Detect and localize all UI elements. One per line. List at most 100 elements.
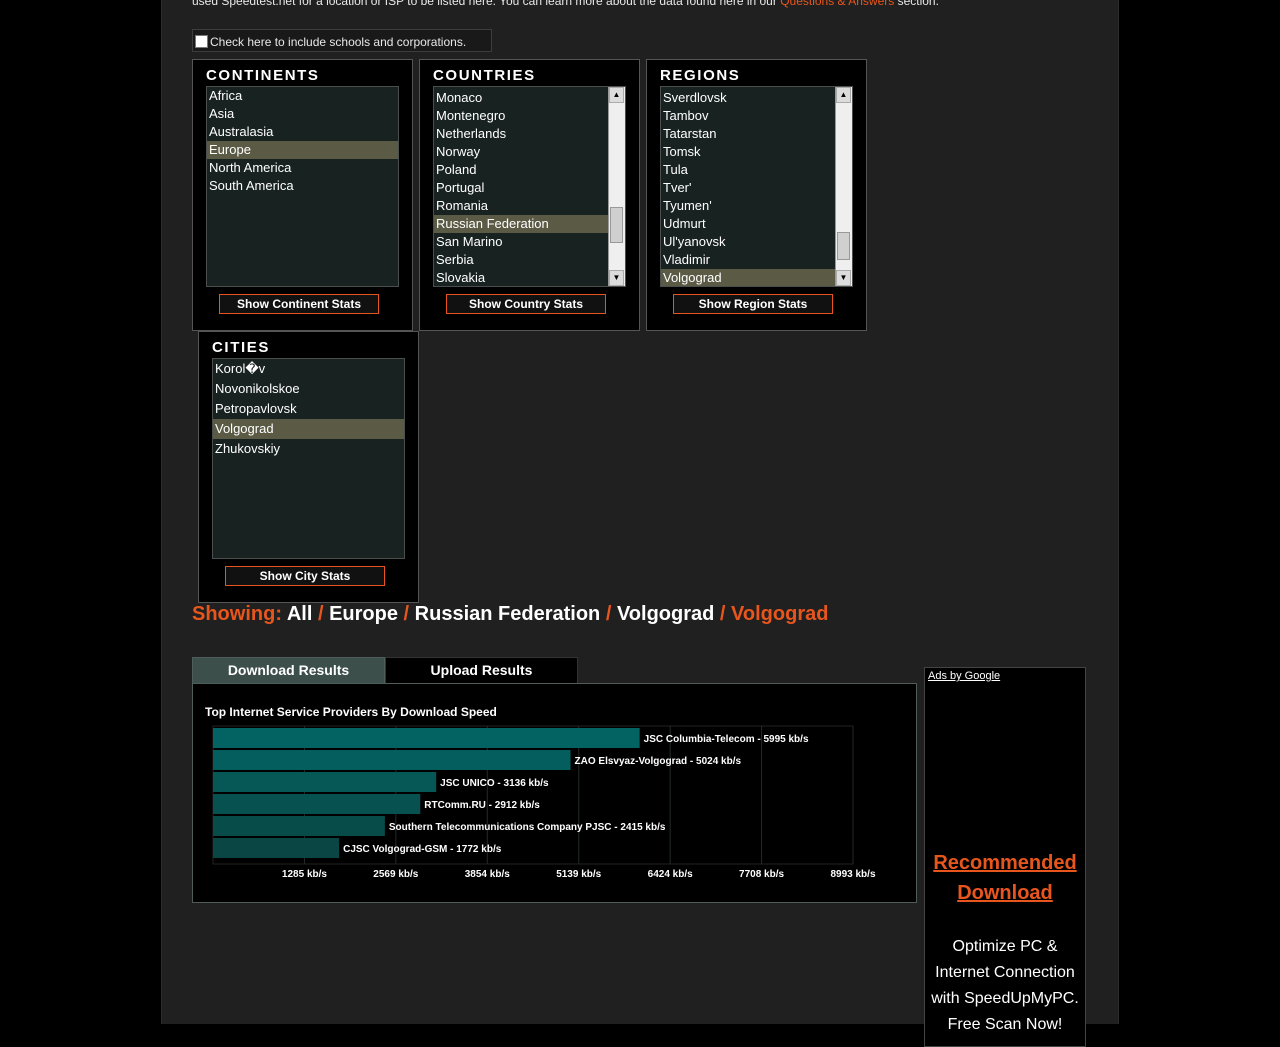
chart-data-label: CJSC Volgograd-GSM - 1772 kb/s — [343, 844, 502, 855]
countries-list-item[interactable]: Serbia — [434, 251, 609, 269]
countries-list-item[interactable]: Netherlands — [434, 125, 609, 143]
show-country-stats-button[interactable]: Show Country Stats — [446, 294, 606, 314]
ad-body-line-1: Optimize PC & — [952, 938, 1058, 955]
ad-body-line-2: Internet Connection — [935, 964, 1075, 981]
ad-body-text[interactable]: Optimize PC & Internet Connection with S… — [925, 934, 1085, 1038]
continents-title: CONTINENTS — [206, 67, 320, 84]
show-continent-stats-button[interactable]: Show Continent Stats — [219, 294, 379, 314]
countries-listbox[interactable]: Monaco Montenegro Netherlands Norway Poland P… — [433, 86, 626, 287]
countries-list-item[interactable]: Slovakia — [434, 269, 609, 286]
breadcrumb-current-city: Volgograd — [731, 603, 829, 625]
chart-x-tick-label: 5139 kb/s — [556, 869, 601, 880]
regions-list-item[interactable]: Tambov — [661, 107, 836, 125]
recommended-download-link[interactable]: Recommended Download — [925, 848, 1085, 908]
chart-bar — [213, 794, 421, 814]
countries-list-item[interactable]: Monaco — [434, 89, 609, 107]
chart-data-label: JSC UNICO - 3136 kb/s — [440, 778, 549, 789]
regions-list-item[interactable]: Udmurt — [661, 215, 836, 233]
regions-list-item[interactable]: Volgograd — [661, 269, 836, 286]
chart-data-label: ZAO Elsvyaz-Volgograd - 5024 kb/s — [575, 756, 742, 767]
chart-bar — [213, 750, 571, 770]
regions-list-item[interactable]: Ul'yanovsk — [661, 233, 836, 251]
countries-list-item[interactable]: Montenegro — [434, 107, 609, 125]
regions-scroll-thumb[interactable] — [837, 232, 850, 260]
cities-title: CITIES — [212, 339, 270, 356]
continents-list-item[interactable]: South America — [207, 177, 398, 195]
regions-list-item[interactable]: Tomsk — [661, 143, 836, 161]
countries-list-item[interactable]: Russian Federation — [434, 215, 609, 233]
continents-list-item[interactable]: North America — [207, 159, 398, 177]
countries-list-item[interactable]: Romania — [434, 197, 609, 215]
include-schools-box[interactable]: Check here to include schools and corpor… — [192, 29, 492, 52]
continents-list-item[interactable]: Asia — [207, 105, 398, 123]
countries-scroll-thumb[interactable] — [610, 207, 623, 243]
chart-data-label: Southern Telecommunications Company PJSC… — [389, 822, 666, 833]
cities-list-item[interactable]: Korol�v — [213, 359, 404, 379]
cities-list-item[interactable]: Novonikolskoe — [213, 379, 404, 399]
continents-list-item[interactable]: Australasia — [207, 123, 398, 141]
cities-list-item[interactable]: Volgograd — [213, 419, 404, 439]
intro-text-end: section. — [894, 0, 939, 8]
breadcrumb-separator: / — [719, 603, 726, 625]
breadcrumb-item-all[interactable]: All — [287, 603, 313, 625]
scroll-up-icon[interactable]: ▲ — [836, 87, 851, 103]
show-region-stats-button[interactable]: Show Region Stats — [673, 294, 833, 314]
tab-upload-results[interactable]: Upload Results — [385, 657, 578, 684]
ad-body-line-3: with SpeedUpMyPC. — [931, 990, 1079, 1007]
countries-list-item[interactable]: Poland — [434, 161, 609, 179]
scroll-down-icon[interactable]: ▼ — [609, 270, 624, 286]
chart-data-label: RTComm.RU - 2912 kb/s — [424, 800, 540, 811]
chart-x-tick-label: 3854 kb/s — [465, 869, 510, 880]
show-city-stats-button[interactable]: Show City Stats — [225, 566, 385, 586]
chart-x-tick-label: 2569 kb/s — [373, 869, 418, 880]
regions-title: REGIONS — [660, 67, 741, 84]
regions-list-item[interactable]: Tula — [661, 161, 836, 179]
regions-list-item[interactable]: Tyumen' — [661, 197, 836, 215]
regions-scrollbar[interactable]: ▲ ▼ — [835, 87, 852, 286]
intro-text-start: used Speedtest.net for a location or ISP… — [192, 0, 781, 8]
countries-list-item[interactable]: Portugal — [434, 179, 609, 197]
regions-listbox[interactable]: Sverdlovsk Tambov Tatarstan Tomsk Tula Tver' T… — [660, 86, 853, 287]
breadcrumb-item-country[interactable]: Russian Federation — [415, 603, 601, 625]
chart-bar — [213, 838, 340, 858]
continents-list-item[interactable]: Africa — [207, 87, 398, 105]
countries-list-item[interactable]: Norway — [434, 143, 609, 161]
cities-listbox[interactable]: Korol�v Novonikolskoe Petropavlovsk Volgogr… — [212, 358, 405, 559]
include-schools-checkbox[interactable] — [195, 35, 208, 48]
ad-headline-line-1[interactable]: Recommended — [925, 848, 1085, 878]
page-container: used Speedtest.net for a location or ISP… — [161, 0, 1119, 1047]
breadcrumb-separator: / — [403, 603, 410, 625]
chart-data-label: JSC Columbia-Telecom - 5995 kb/s — [644, 734, 809, 745]
chart-x-tick-label: 6424 kb/s — [648, 869, 693, 880]
questions-answers-link[interactable]: Questions & Answers — [780, 0, 894, 8]
ads-by-google-link[interactable]: Ads by Google — [928, 670, 1000, 682]
breadcrumb: Showing: All / Europe / Russian Federati… — [192, 603, 828, 626]
download-speed-chart: Top Internet Service Providers By Downlo… — [205, 705, 876, 880]
regions-list-item[interactable]: Sverdlovsk — [661, 89, 836, 107]
cities-list-item[interactable]: Zhukovskiy — [213, 439, 404, 459]
scroll-up-icon[interactable]: ▲ — [609, 87, 624, 103]
countries-panel: COUNTRIES Monaco Montenegro Netherlands Nor… — [419, 59, 640, 331]
showing-label: Showing: — [192, 603, 282, 625]
chart-bar — [213, 772, 437, 792]
regions-list-item[interactable]: Vladimir — [661, 251, 836, 269]
chart-bar — [213, 816, 385, 836]
continents-listbox[interactable]: Africa Asia Australasia Europe North America… — [206, 86, 399, 287]
countries-list-item[interactable]: San Marino — [434, 233, 609, 251]
chart-title: Top Internet Service Providers By Downlo… — [205, 705, 497, 719]
regions-list-item[interactable]: Tver' — [661, 179, 836, 197]
regions-list-item[interactable]: Tatarstan — [661, 125, 836, 143]
chart-x-tick-label: 1285 kb/s — [282, 869, 327, 880]
breadcrumb-item-continent[interactable]: Europe — [329, 603, 398, 625]
breadcrumb-item-region[interactable]: Volgograd — [617, 603, 714, 625]
ad-headline-line-2[interactable]: Download — [925, 878, 1085, 908]
chart-x-tick-label: 8993 kb/s — [830, 869, 875, 880]
countries-title: COUNTRIES — [433, 67, 536, 84]
cities-list-item[interactable]: Petropavlovsk — [213, 399, 404, 419]
tab-download-results[interactable]: Download Results — [192, 657, 385, 684]
countries-scrollbar[interactable]: ▲ ▼ — [608, 87, 625, 286]
breadcrumb-separator: / — [317, 603, 324, 625]
scroll-down-icon[interactable]: ▼ — [836, 270, 851, 286]
continents-list-item[interactable]: Europe — [207, 141, 398, 159]
include-schools-label[interactable]: Check here to include schools and corpor… — [210, 35, 466, 49]
